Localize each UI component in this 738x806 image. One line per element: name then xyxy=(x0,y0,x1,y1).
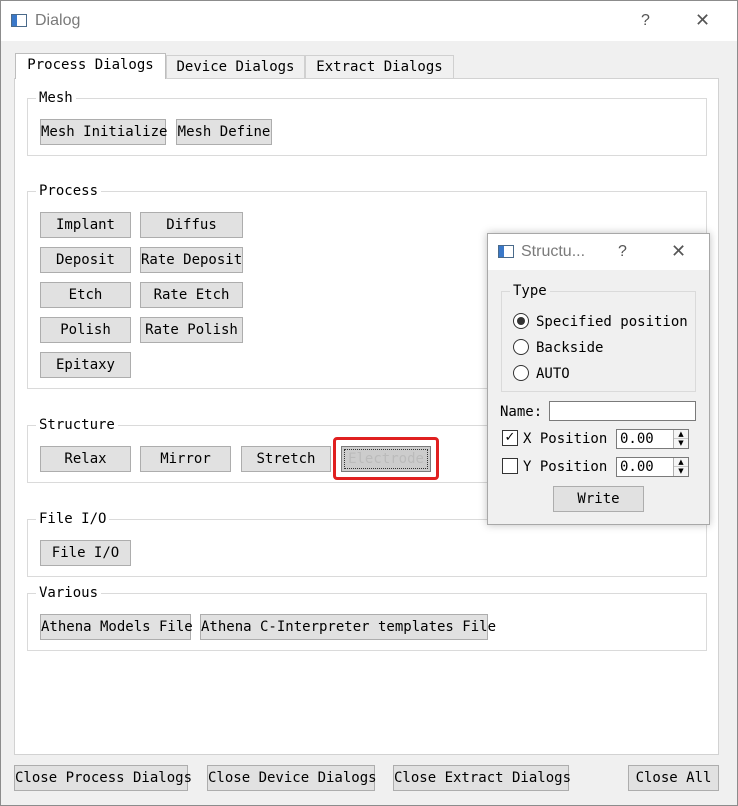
y-position-value: 0.00 xyxy=(620,459,654,475)
child-window-title: Structu... xyxy=(521,243,586,260)
rate-etch-button[interactable]: Rate Etch xyxy=(140,282,243,308)
name-label: Name: xyxy=(500,404,543,420)
mesh-group-title: Mesh xyxy=(36,90,76,106)
child-help-icon[interactable]: ? xyxy=(618,243,627,261)
specified-position-label: Specified position xyxy=(536,314,688,330)
x-position-value: 0.00 xyxy=(620,431,654,447)
auto-radio[interactable] xyxy=(513,365,529,381)
child-app-icon xyxy=(498,245,514,258)
close-all-button[interactable]: Close All xyxy=(628,765,719,791)
polish-button[interactable]: Polish xyxy=(40,317,131,343)
window-title: Dialog xyxy=(35,12,81,29)
spin-down-icon[interactable]: ▼ xyxy=(674,467,688,476)
spin-down-icon[interactable]: ▼ xyxy=(674,439,688,448)
fileio-group-title: File I/O xyxy=(36,511,110,527)
mesh-initialize-button[interactable]: Mesh Initialize xyxy=(40,119,167,145)
child-close-icon[interactable]: ✕ xyxy=(671,241,686,262)
y-position-checkbox[interactable] xyxy=(502,458,518,474)
mesh-group: Mesh Mesh Initialize Mesh Define xyxy=(27,90,707,156)
app-icon xyxy=(11,14,27,27)
y-position-spinbox[interactable]: 0.00 ▲ ▼ xyxy=(616,457,689,477)
etch-button[interactable]: Etch xyxy=(40,282,131,308)
structure-group-title: Structure xyxy=(36,417,118,433)
y-position-label: Y Position xyxy=(523,459,608,475)
diffus-button[interactable]: Diffus xyxy=(140,212,243,238)
deposit-button[interactable]: Deposit xyxy=(40,247,131,273)
child-title-bar: Structu... ? ✕ xyxy=(488,234,709,270)
relax-button[interactable]: Relax xyxy=(40,446,131,472)
rate-deposit-button[interactable]: Rate Deposit xyxy=(140,247,243,273)
tab-process-dialogs[interactable]: Process Dialogs xyxy=(15,53,166,79)
implant-button[interactable]: Implant xyxy=(40,212,131,238)
backside-label: Backside xyxy=(536,340,604,356)
epitaxy-button[interactable]: Epitaxy xyxy=(40,352,131,378)
athena-c-interpreter-templates-button[interactable]: Athena C-Interpreter templates File xyxy=(200,614,496,640)
highlight-box xyxy=(333,437,439,480)
x-position-spinbox[interactable]: 0.00 ▲ ▼ xyxy=(616,429,689,449)
various-group-title: Various xyxy=(36,585,102,601)
specified-position-radio[interactable] xyxy=(513,313,529,329)
stretch-button[interactable]: Stretch xyxy=(241,446,331,472)
athena-models-file-button[interactable]: Athena Models File xyxy=(40,614,193,640)
process-group-title: Process xyxy=(36,183,102,199)
x-spin-arrows: ▲ ▼ xyxy=(673,430,688,448)
various-group: Various Athena Models File Athena C-Inte… xyxy=(27,585,707,651)
type-group: Type Specified position Backside AUTO xyxy=(501,283,696,392)
mesh-define-button[interactable]: Mesh Define xyxy=(176,119,272,145)
file-io-button[interactable]: File I/O xyxy=(40,540,131,566)
x-position-checkbox[interactable]: ✓ xyxy=(502,430,518,446)
structure-electrode-dialog: Structu... ? ✕ Type Specified position B… xyxy=(487,233,710,525)
mirror-button[interactable]: Mirror xyxy=(140,446,231,472)
y-spin-arrows: ▲ ▼ xyxy=(673,458,688,476)
type-group-title: Type xyxy=(510,283,550,299)
spin-up-icon[interactable]: ▲ xyxy=(674,458,688,467)
help-icon[interactable]: ? xyxy=(641,12,650,30)
close-extract-dialogs-button[interactable]: Close Extract Dialogs xyxy=(393,765,571,791)
rate-polish-button[interactable]: Rate Polish xyxy=(140,317,243,343)
close-device-dialogs-button[interactable]: Close Device Dialogs xyxy=(207,765,377,791)
tab-extract-dialogs[interactable]: Extract Dialogs xyxy=(305,55,454,79)
close-icon[interactable]: ✕ xyxy=(695,10,710,31)
close-process-dialogs-button[interactable]: Close Process Dialogs xyxy=(14,765,192,791)
write-button[interactable]: Write xyxy=(553,486,644,512)
name-field[interactable] xyxy=(549,401,696,421)
auto-label: AUTO xyxy=(536,366,570,382)
backside-radio[interactable] xyxy=(513,339,529,355)
spin-up-icon[interactable]: ▲ xyxy=(674,430,688,439)
title-bar: Dialog ? ✕ xyxy=(1,1,737,41)
fileio-group: File I/O File I/O xyxy=(27,511,707,577)
x-position-label: X Position xyxy=(523,431,608,447)
tab-device-dialogs[interactable]: Device Dialogs xyxy=(166,55,305,79)
